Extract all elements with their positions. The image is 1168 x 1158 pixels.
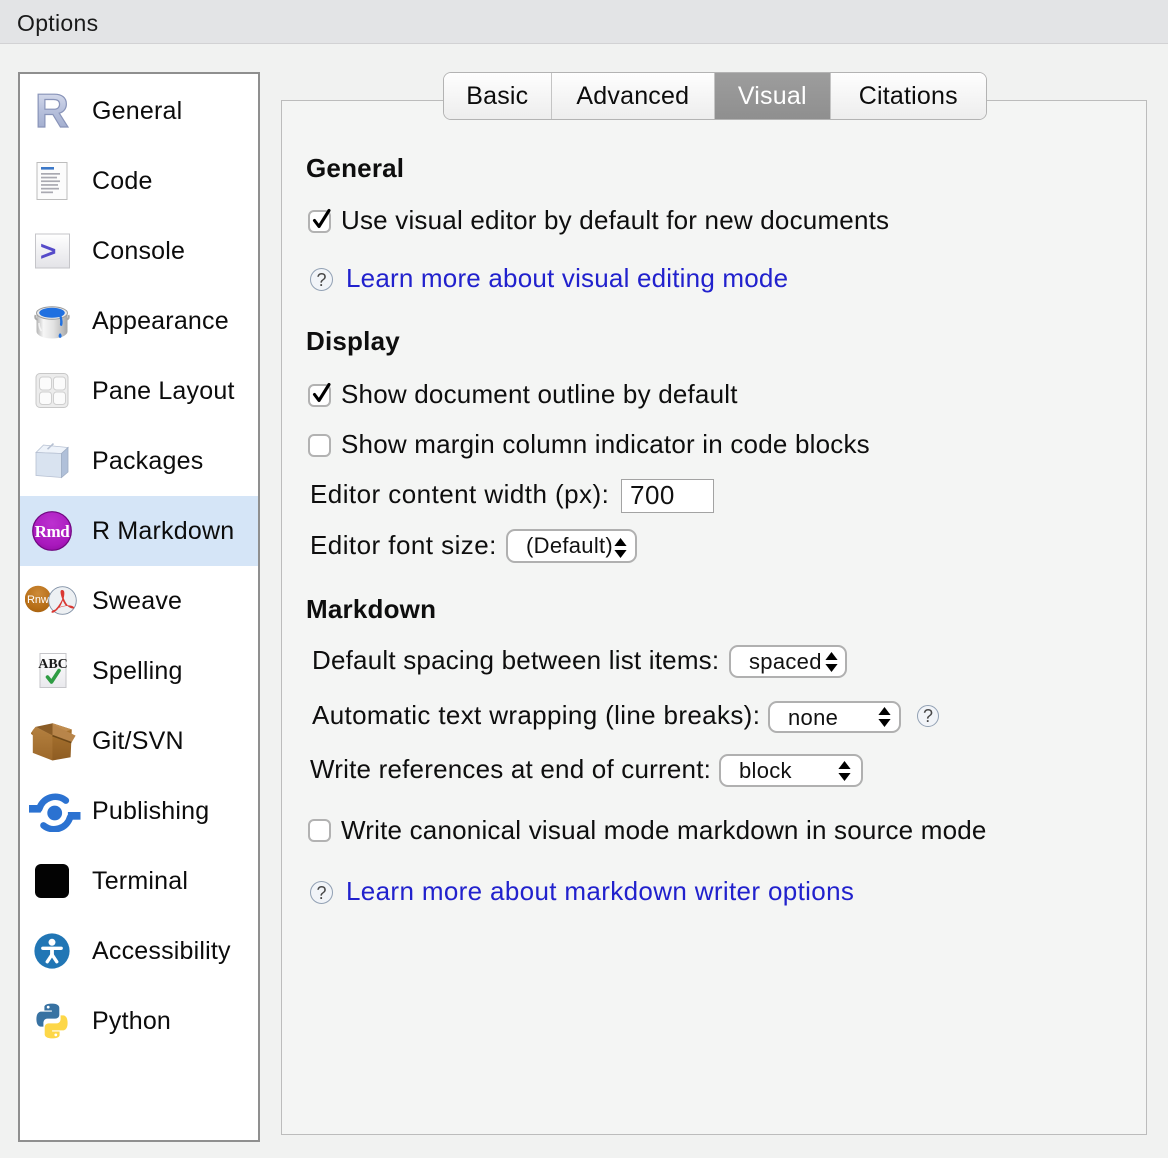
svg-text:Rnw: Rnw — [27, 594, 49, 606]
svg-text:R: R — [35, 91, 69, 131]
svg-text:>: > — [40, 236, 56, 267]
svg-text:ABC: ABC — [38, 657, 68, 672]
svg-text:Rmd: Rmd — [35, 522, 71, 541]
